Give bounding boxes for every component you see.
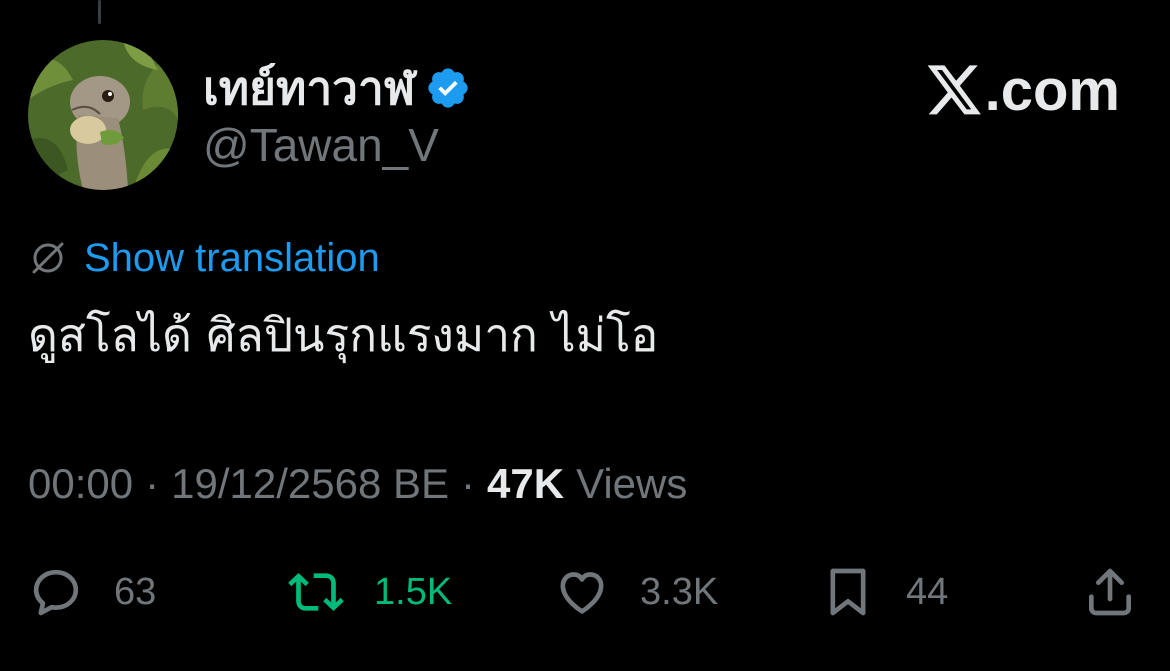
bookmark-count: 44 bbox=[906, 570, 949, 613]
views-label: Views bbox=[576, 460, 688, 507]
avatar[interactable] bbox=[28, 40, 178, 190]
reply-button[interactable]: 63 bbox=[28, 560, 156, 624]
tweet-card: เทย์ทาวาฬ @Tawan_V .com Show translation… bbox=[0, 0, 1170, 671]
share-button[interactable] bbox=[1082, 560, 1138, 624]
translation-row[interactable]: Show translation bbox=[28, 234, 380, 282]
site-brand: .com bbox=[927, 62, 1120, 120]
bookmark-icon bbox=[830, 568, 866, 616]
reply-icon bbox=[33, 569, 79, 616]
retweet-count: 1.5K bbox=[374, 570, 453, 613]
tweet-time[interactable]: 00:00 bbox=[28, 460, 133, 508]
tweet-text: ดูสโลได้ ศิลปินรุกแรงมาก ไม่โอ bbox=[28, 308, 659, 362]
bookmark-button[interactable]: 44 bbox=[820, 560, 948, 624]
translation-slash-icon bbox=[32, 242, 64, 274]
reply-count: 63 bbox=[114, 570, 157, 613]
tweet-meta: 00:00 · 19/12/2568 BE · 47K Views bbox=[28, 458, 687, 510]
meta-separator: · bbox=[145, 460, 160, 507]
share-icon bbox=[1089, 568, 1131, 616]
retweet-button[interactable]: 1.5K bbox=[288, 560, 452, 624]
views-count: 47K bbox=[487, 460, 565, 507]
like-count: 3.3K bbox=[640, 570, 719, 613]
action-bar: 63 1.5K 3.3K 44 bbox=[28, 560, 1148, 624]
retweet-icon bbox=[288, 573, 344, 611]
author-display-name[interactable]: เทย์ทาวาฬ bbox=[203, 65, 415, 111]
heart-icon bbox=[560, 572, 604, 614]
x-logo-icon bbox=[927, 65, 981, 115]
brand-suffix: .com bbox=[984, 58, 1120, 123]
show-translation-link[interactable]: Show translation bbox=[84, 238, 380, 278]
like-button[interactable]: 3.3K bbox=[554, 560, 718, 624]
tweet-date[interactable]: 19/12/2568 BE bbox=[171, 460, 449, 508]
author-handle[interactable]: @Tawan_V bbox=[203, 122, 439, 168]
verified-badge-icon bbox=[428, 68, 468, 108]
author-name-row[interactable]: เทย์ทาวาฬ bbox=[203, 58, 471, 118]
meta-separator: · bbox=[461, 460, 476, 507]
thread-connector-line bbox=[98, 0, 101, 24]
